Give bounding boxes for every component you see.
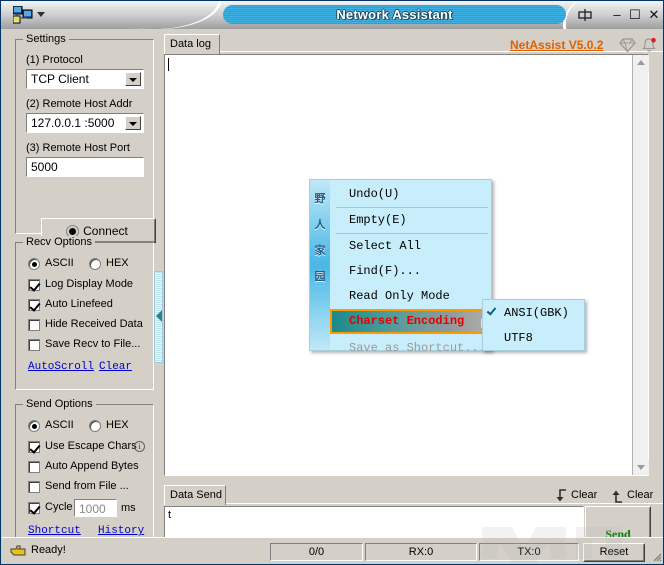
status-bar: Ready! 0/0 RX:0 TX:0 Reset — [2, 537, 664, 564]
escape-chars-info-icon[interactable]: i — [134, 441, 145, 452]
resize-grip[interactable] — [650, 550, 662, 562]
tab-data-send[interactable]: Data Send — [164, 485, 226, 505]
protocol-chevron-down-icon[interactable] — [125, 72, 141, 86]
recv-item-label: Hide Received Data — [45, 318, 143, 330]
protocol-label: (1) Protocol — [26, 54, 83, 66]
clear-recv-button[interactable]: Clear — [555, 488, 569, 504]
send-options-group-title: Send Options — [23, 398, 96, 410]
recv-item-label: Save Recv to File... — [45, 338, 140, 350]
recv-clear-link[interactable]: Clear — [99, 361, 132, 373]
recv-item-label: Log Display Mode — [45, 278, 133, 290]
branding-char: 园 — [310, 268, 330, 284]
send-item-label: Send from File ... — [45, 480, 129, 492]
host-addr-label: (2) Remote Host Addr — [26, 98, 132, 110]
minimize-button[interactable]: – — [609, 7, 625, 23]
network-assistant-window: Network Assistant – ☐ ✕ Settings (1) Pro… — [0, 0, 664, 565]
host-port-input[interactable]: 5000 — [26, 157, 144, 177]
settings-group: Settings (1) Protocol TCP Client (2) Rem… — [15, 39, 154, 234]
history-link[interactable]: History — [98, 525, 144, 537]
netassist-version-link[interactable]: NetAssist V5.0.2 — [510, 38, 603, 52]
status-tx: TX:0 — [479, 543, 579, 561]
app-menu-chevron-down-icon[interactable] — [37, 12, 46, 18]
settings-group-title: Settings — [23, 33, 69, 45]
recv-options-group-title: Recv Options — [23, 236, 95, 248]
scroll-up-arrow-icon[interactable] — [633, 55, 649, 71]
clear-send-button[interactable]: Clear — [611, 488, 625, 504]
menu-item-save-as-shortcut: Save as Shortcut... — [330, 336, 493, 361]
pin-icon[interactable] — [577, 7, 593, 23]
close-button[interactable]: ✕ — [646, 7, 662, 23]
charset-encoding-submenu: ANSI(GBK) UTF8 — [482, 299, 585, 351]
send-hex-label: HEX — [106, 419, 129, 431]
window-title: Network Assistant — [223, 6, 566, 24]
menu-item-charset-encoding[interactable]: Charset Encoding — [330, 309, 497, 334]
recv-options-group: Recv Options ASCII HEX Log Display Mode … — [15, 242, 154, 390]
submenu-item-label: ANSI(GBK) — [504, 306, 569, 320]
clear-recv-label: Clear — [571, 489, 597, 501]
cycle-label: Cycle — [45, 501, 73, 513]
submenu-item-utf8[interactable]: UTF8 — [483, 326, 586, 350]
menu-item-find[interactable]: Find(F)... — [330, 259, 493, 284]
tab-data-log[interactable]: Data log — [164, 34, 220, 54]
reset-button[interactable]: Reset — [583, 543, 645, 562]
shortcut-link[interactable]: Shortcut — [28, 525, 81, 537]
maximize-button[interactable]: ☐ — [627, 7, 643, 23]
log-text-caret — [168, 58, 169, 71]
arrow-down-left-icon — [555, 488, 569, 504]
protocol-select[interactable]: TCP Client — [26, 69, 144, 89]
reset-button-label: Reset — [584, 546, 644, 558]
recv-hex-label: HEX — [106, 257, 129, 269]
branding-char: 家 — [310, 242, 330, 258]
submenu-item-label: UTF8 — [504, 331, 533, 345]
send-item-label: Auto Append Bytes — [45, 460, 139, 472]
host-port-label: (3) Remote Host Port — [26, 142, 130, 154]
menu-item-select-all[interactable]: Select All — [330, 234, 493, 259]
send-options-group: Send Options ASCII HEX Use Escape Chars … — [15, 404, 154, 556]
status-text: Ready! — [31, 544, 66, 556]
check-icon — [487, 305, 497, 315]
title-bar: Network Assistant – ☐ ✕ — [1, 1, 664, 29]
submenu-item-ansi-gbk[interactable]: ANSI(GBK) — [483, 301, 586, 325]
status-rx: RX:0 — [365, 543, 477, 561]
scroll-down-arrow-icon[interactable] — [633, 459, 649, 475]
send-item-label: Use Escape Chars — [45, 440, 137, 452]
send-ascii-label: ASCII — [45, 419, 74, 431]
menu-item-empty[interactable]: Empty(E) — [330, 208, 493, 233]
recv-item-label: Auto Linefeed — [45, 298, 113, 310]
autoscroll-link[interactable]: AutoScroll — [28, 361, 94, 373]
bell-notification-icon[interactable] — [641, 37, 657, 54]
protocol-value: TCP Client — [31, 72, 123, 87]
context-menu-branding-sidebar: 野 人 家 园 — [310, 180, 330, 350]
data-log-scrollbar[interactable] — [632, 55, 648, 475]
titlebar-curve-decoration — [58, 1, 224, 29]
datalog-context-menu: 野 人 家 园 Undo(U) Empty(E) Select All Find… — [309, 179, 492, 351]
menu-item-charset-encoding-label: Charset Encoding — [349, 314, 464, 328]
host-addr-select[interactable]: 127.0.0.1 :5000 — [26, 113, 144, 133]
panel-collapse-handle[interactable] — [154, 271, 163, 363]
cycle-unit-label: ms — [121, 502, 136, 514]
menu-item-read-only-mode[interactable]: Read Only Mode — [330, 284, 493, 309]
menu-item-undo[interactable]: Undo(U) — [330, 182, 493, 207]
app-network-icon — [13, 6, 33, 24]
diamond-icon[interactable] — [619, 37, 636, 53]
branding-char: 野 — [310, 190, 330, 206]
chevron-left-icon — [156, 310, 162, 322]
hand-pointer-icon — [10, 544, 26, 558]
recv-ascii-label: ASCII — [45, 257, 74, 269]
status-ratio: 0/0 — [270, 543, 363, 561]
branding-char: 人 — [310, 216, 330, 232]
arrow-up-left-icon — [611, 488, 625, 504]
host-addr-value: 127.0.0.1 :5000 — [31, 116, 123, 131]
cycle-value-input[interactable]: 1000 — [74, 499, 117, 517]
host-addr-chevron-down-icon[interactable] — [125, 116, 141, 130]
clear-send-label: Clear — [627, 489, 653, 501]
client-area: Settings (1) Protocol TCP Client (2) Rem… — [2, 29, 664, 537]
